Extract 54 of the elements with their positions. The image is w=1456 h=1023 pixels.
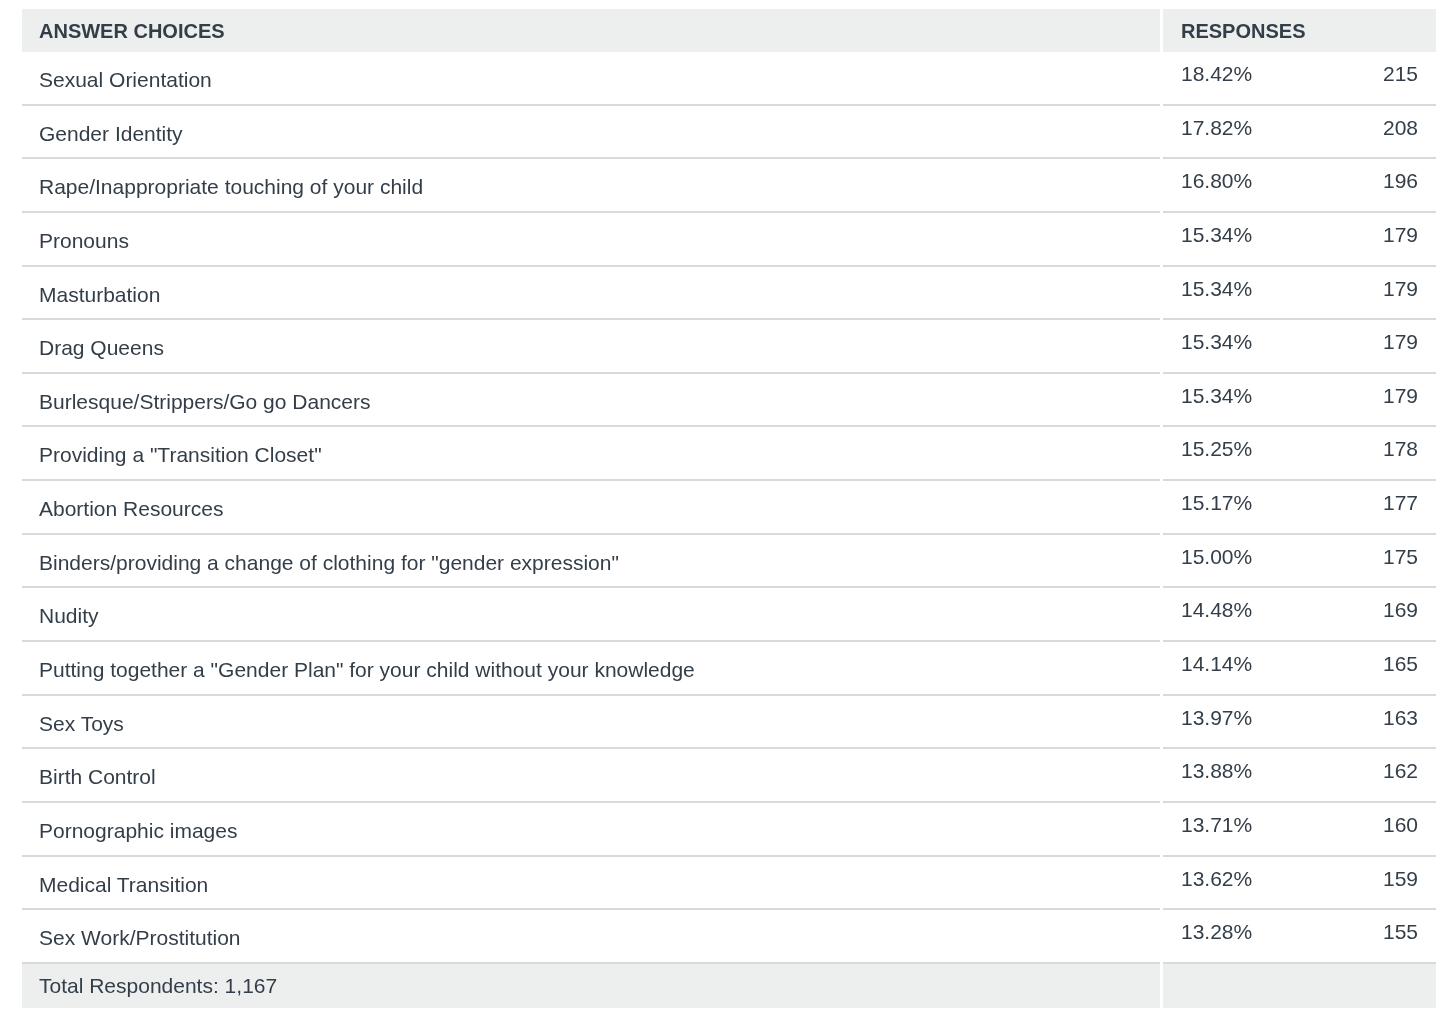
answer-choice: Pornographic images <box>39 818 238 842</box>
answer-choice: Burlesque/Strippers/Go go Dancers <box>39 389 371 413</box>
answer-choice: Drag Queens <box>39 336 164 360</box>
answer-choice: Abortion Resources <box>39 497 224 521</box>
answer-choice: Medical Transition <box>39 872 209 896</box>
response-count: 208 <box>1382 115 1418 141</box>
answer-choice: Binders/providing a change of clothing for "gender expression" <box>39 550 619 574</box>
response-percent: 16.80% <box>1181 169 1253 195</box>
response-percent: 15.25% <box>1181 437 1253 463</box>
response-count: 179 <box>1382 276 1418 302</box>
response-percent: 15.34% <box>1181 222 1253 248</box>
column-header: RESPONSES <box>1163 9 1436 52</box>
response-percent: 14.14% <box>1181 652 1253 678</box>
response-percent: 15.00% <box>1181 544 1253 570</box>
response-count: 162 <box>1382 759 1418 785</box>
response-percent: 15.34% <box>1181 330 1253 356</box>
response-count: 159 <box>1382 866 1418 892</box>
response-percent: 14.48% <box>1181 598 1253 624</box>
total-respondents: Total Respondents: 1,167 <box>22 963 1160 1008</box>
response-count: 169 <box>1382 598 1418 624</box>
answer-choice: Sex Work/Prostitution <box>39 926 241 950</box>
response-percent: 15.34% <box>1181 276 1253 302</box>
response-percent: 15.17% <box>1181 491 1253 517</box>
response-percent: 13.71% <box>1181 812 1253 838</box>
response-count: 163 <box>1382 705 1418 731</box>
answer-choice: Masturbation <box>39 282 161 306</box>
column-header: ANSWER CHOICES <box>22 9 1160 52</box>
response-percent: 13.97% <box>1181 705 1253 731</box>
response-count: 165 <box>1382 652 1418 678</box>
response-percent: 15.34% <box>1181 383 1253 409</box>
answer-choice: Birth Control <box>39 765 156 789</box>
response-count: 196 <box>1382 169 1418 195</box>
response-count: 175 <box>1382 544 1418 570</box>
response-count: 177 <box>1382 491 1418 517</box>
answer-choice: Nudity <box>39 604 99 628</box>
response-count: 155 <box>1382 920 1418 946</box>
answer-choice: Rape/Inappropriate touching of your child <box>39 175 424 199</box>
answer-choice: Sexual Orientation <box>39 68 212 91</box>
answer-choice: Pronouns <box>39 228 129 252</box>
response-percent: 18.42% <box>1181 62 1253 87</box>
answer-choice: Providing a "Transition Closet" <box>39 443 322 467</box>
response-percent: 17.82% <box>1181 115 1253 141</box>
response-count: 178 <box>1382 437 1418 463</box>
response-count: 160 <box>1382 812 1418 838</box>
response-count: 179 <box>1382 222 1418 248</box>
answer-choice: Gender Identity <box>39 121 183 145</box>
response-percent: 13.88% <box>1181 759 1253 785</box>
answer-choice: Sex Toys <box>39 711 124 735</box>
response-count: 179 <box>1382 330 1418 356</box>
response-count: 215 <box>1382 62 1418 87</box>
response-percent: 13.62% <box>1181 866 1253 892</box>
answer-choice: Putting together a "Gender Plan" for your child without your knowledge <box>39 658 695 682</box>
response-percent: 13.28% <box>1181 920 1253 946</box>
response-count: 179 <box>1382 383 1418 409</box>
